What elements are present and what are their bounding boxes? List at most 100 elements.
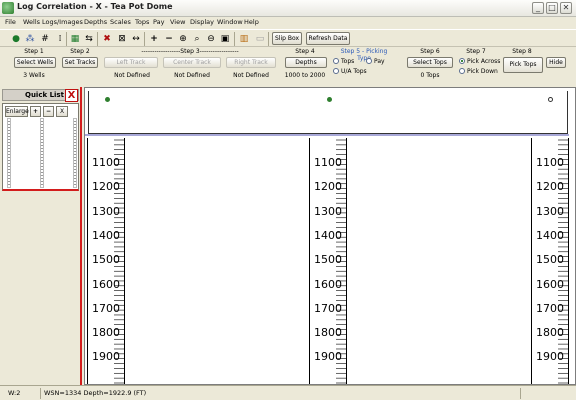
step6-value: 0 Tops [420,72,440,79]
radio-tops[interactable]: Tops [333,58,354,65]
minus-icon[interactable]: − [164,34,174,44]
step1-label: Step 1 [24,48,44,55]
menu-bar: File Wells Logs/Images Depths Scales Top… [0,17,576,28]
minimize-button[interactable]: _ [532,2,544,14]
depth-label: 1100 [92,156,120,169]
refresh-data-button[interactable]: Refresh Data [306,32,350,45]
step7-label: Step 7 [466,48,486,55]
cross-icon[interactable]: ⊠ [117,34,127,44]
status-divider [520,388,521,399]
depth-label: 1400 [536,228,564,242]
toolbar-separator [234,32,235,46]
radio-ua-tops[interactable]: U/A Tops [333,68,367,75]
menu-depths[interactable]: Depths [84,18,107,26]
quick-list-close-button[interactable]: X [65,89,78,102]
menu-tops[interactable]: Tops [135,18,149,26]
maximize-button[interactable]: □ [546,2,558,14]
left-track-button[interactable]: Left Track [104,57,158,68]
image-icon[interactable]: ▣ [220,34,230,44]
menu-file[interactable]: File [5,18,16,26]
depth-label: 1500 [314,253,342,267]
plus-icon[interactable]: + [149,34,159,44]
delete-icon[interactable]: ✖ [102,34,112,44]
enlarge-button[interactable]: Enlarge [5,106,29,117]
quick-list-title: Quick List [25,91,64,99]
pick-tops-button[interactable]: Pick Tops [503,57,543,73]
ql-cross-button[interactable]: X [56,106,68,117]
radio-ua-tops-dot [333,68,339,74]
tracks-disabled-icon: ▭ [255,34,265,44]
depth-label: 1700 [92,301,120,315]
slip-box-button[interactable]: Slip Box [272,32,302,45]
status-divider [40,388,41,399]
quick-list-header: Quick List X [2,89,79,102]
set-tracks-button[interactable]: Set Tracks [62,57,98,68]
step1-value: 3 Wells [23,72,45,79]
close-button[interactable]: ✕ [560,2,572,14]
depth-label: 1200 [536,180,564,194]
menu-logs-images[interactable]: Logs/Images [42,18,83,26]
radio-pay[interactable]: Pay [366,58,385,65]
menu-pay[interactable]: Pay [153,18,164,26]
radio-ua-tops-label: U/A Tops [341,68,367,75]
depth-label: 1600 [536,277,564,291]
depth-label: 1200 [92,180,120,194]
grid-icon[interactable]: # [40,34,50,44]
zoom-in-icon[interactable]: ⊕ [178,34,188,44]
hide-button[interactable]: Hide [546,57,566,68]
depth-label: 1900 [92,350,120,364]
right-track-button[interactable]: Right Track [226,57,276,68]
toolbar-separator [144,32,145,46]
radio-pay-dot [366,58,372,64]
status-window: W:2 [8,389,21,397]
radio-tops-label: Tops [341,58,355,65]
depth-label: 1100 [314,156,342,169]
status-info: WSN=1334 Depth=1922.9 (FT) [44,389,147,397]
depth-track-3[interactable]: 1100 1200 1300 1400 1500 1600 1700 1800 1900 [531,138,569,384]
step2-value: Not Defined [114,72,150,79]
wells-icon[interactable]: ⁂ [25,34,35,44]
depths-button[interactable]: Depths [285,57,327,68]
radio-pick-down-dot [459,68,465,74]
step2-label: Step 2 [70,48,90,55]
menu-view[interactable]: View [170,18,185,26]
radio-pick-down[interactable]: Pick Down [459,68,498,75]
title-bar: Log Correlation - X - Tea Pot Dome _ □ ✕ [0,0,576,17]
depth-track-2[interactable]: 1100 1200 1300 1400 1500 1600 1700 1800 1900 [309,138,347,384]
menu-window[interactable]: Window [217,18,243,26]
step4-label: Step 4 [295,48,315,55]
toolbar-separator [97,32,98,46]
pick-marker-1[interactable] [105,97,110,102]
select-wells-button[interactable]: Select Wells [14,57,56,68]
ql-minus-button[interactable]: − [43,106,54,117]
pick-marker-3[interactable] [548,97,553,102]
menu-display[interactable]: Display [190,18,214,26]
mini-track-3 [73,118,77,188]
depth-track-1[interactable]: 1100 1200 1300 1400 1500 1600 1700 1800 1900 [87,138,125,384]
depth-label: 1900 [536,350,564,364]
status-bar: W:2 WSN=1334 Depth=1922.9 (FT) [0,385,576,400]
track-icon[interactable]: ⁞ [55,34,65,44]
correlation-view[interactable]: 1100 1200 1300 1400 1500 1600 1700 1800 1900 110… [84,87,576,385]
table-icon[interactable]: ▦ [70,34,80,44]
depth-label: 1400 [314,228,342,242]
radio-pick-across-dot [459,58,465,64]
ql-plus-button[interactable]: + [30,106,41,117]
globe-icon[interactable]: ● [11,34,21,44]
expand-icon[interactable]: ↔ [131,34,141,44]
select-tops-button[interactable]: Select Tops [407,57,453,68]
pick-marker-2[interactable] [327,97,332,102]
menu-scales[interactable]: Scales [110,18,131,26]
color-tracks-icon[interactable]: ▥ [239,34,249,44]
well-header-strip [88,91,568,134]
track-top-line [85,134,569,136]
step8-label: Step 8 [512,48,532,55]
menu-help[interactable]: Help [244,18,259,26]
menu-wells[interactable]: Wells [23,18,40,26]
zoom-icon[interactable]: ⌕ [192,34,202,44]
zoom-out-icon[interactable]: ⊖ [206,34,216,44]
radio-pick-across[interactable]: Pick Across [459,58,500,65]
swap-icon[interactable]: ⇆ [84,34,94,44]
center-track-button[interactable]: Center Track [163,57,221,68]
mini-track-1 [7,118,11,188]
